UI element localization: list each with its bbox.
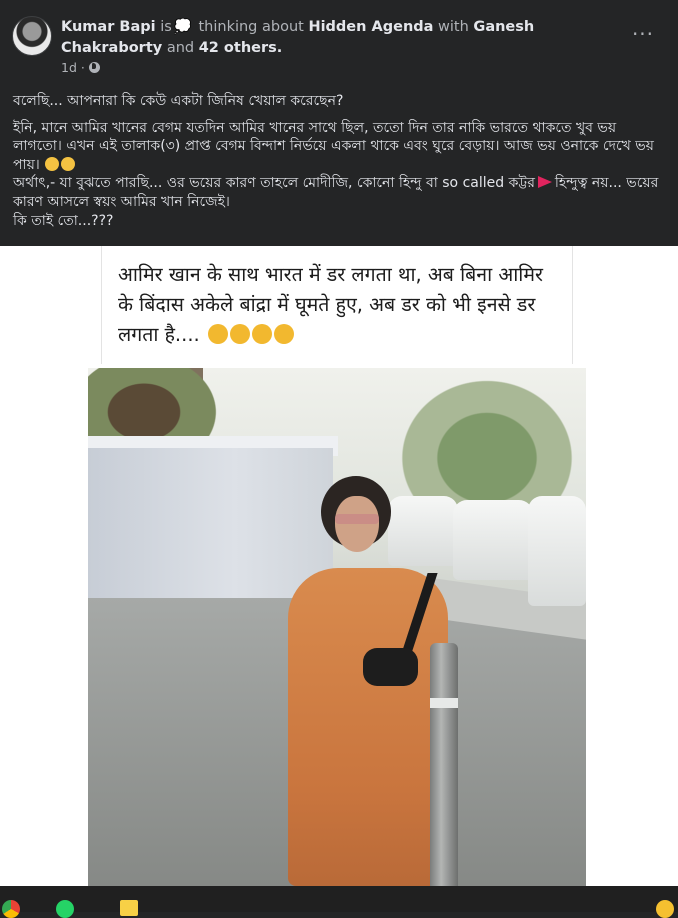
bollard-band xyxy=(430,698,458,708)
with-text: with xyxy=(438,19,469,35)
author-name[interactable]: Kumar Bapi xyxy=(61,19,156,35)
parked-car xyxy=(528,496,586,606)
thought-bubble-icon: 💭 xyxy=(173,19,192,35)
sticky-notes-icon[interactable] xyxy=(120,900,138,916)
post-time[interactable]: 1d xyxy=(61,60,77,75)
more-options-button[interactable]: ··· xyxy=(625,24,661,48)
post-meta: 1d · xyxy=(61,60,100,75)
post-header: Kumar Bapi is 💭 thinking about Hidden Age… xyxy=(0,0,678,86)
rofl-emoji-icon xyxy=(61,156,76,171)
rofl-emoji-icon xyxy=(45,156,60,171)
post-text-line-1: বলেছি... আপনারা কি কেউ একটা জিনিষ খেয়াল… xyxy=(13,93,344,109)
activity-topic[interactable]: Hidden Agenda xyxy=(308,19,433,35)
image-caption-box: आमिर खान के साथ भारत में डर लगता था, अब … xyxy=(101,246,573,364)
globe-icon[interactable] xyxy=(88,62,100,73)
author-avatar[interactable] xyxy=(12,16,52,56)
bollard-pole xyxy=(430,643,458,886)
tagged-others-link[interactable]: 42 others. xyxy=(199,40,283,56)
rofl-emoji-icon xyxy=(251,324,272,344)
whatsapp-icon[interactable] xyxy=(56,900,74,918)
post-text-line-4: কি তাই তো...??? xyxy=(13,212,114,229)
chrome-icon[interactable] xyxy=(2,900,20,918)
waist-bag xyxy=(363,648,418,686)
sunglasses xyxy=(335,514,379,524)
rofl-emoji-icon xyxy=(229,324,250,344)
street-photograph xyxy=(88,368,586,886)
taskbar xyxy=(0,886,678,918)
rofl-emoji-icon xyxy=(273,324,294,344)
is-text: is xyxy=(160,19,172,35)
rofl-emoji-icon xyxy=(207,324,228,344)
image-caption: आमिर खान के साथ भारत में डर लगता था, अब … xyxy=(118,263,543,346)
red-flag-icon xyxy=(537,176,552,189)
emoji-icon[interactable] xyxy=(656,900,674,918)
activity-text: thinking about xyxy=(198,19,304,35)
parked-car xyxy=(388,496,458,566)
post-header-line: Kumar Bapi is 💭 thinking about Hidden Age… xyxy=(61,17,601,59)
and-text: and xyxy=(166,40,195,56)
post-text-line-3: অর্থাৎ,- যা বুঝতে পারছি... ওর ভয়ের কারণ… xyxy=(13,175,659,210)
post-text-line-2: ইনি, মানে আমির খানের বেগম যতদিন আমির খান… xyxy=(13,119,654,173)
parked-car xyxy=(453,500,533,580)
post-text: বলেছি... আপনারা কি কেউ একটা জিনিষ খেয়াল… xyxy=(13,92,668,230)
post-photo[interactable]: आमिर खान के साथ भारत में डर लगता था, अब … xyxy=(0,246,678,886)
person-face xyxy=(335,496,379,552)
